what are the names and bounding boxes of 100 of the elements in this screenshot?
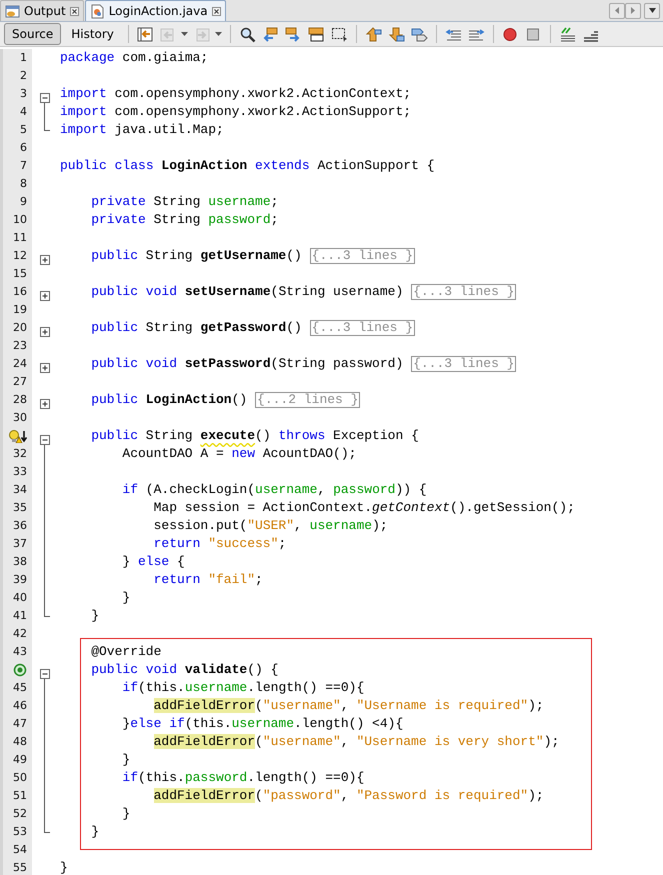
view-tab[interactable]: History (63, 23, 122, 45)
close-icon (212, 6, 221, 16)
code-line: if(this.password.length() ==0){ (122, 769, 364, 787)
hint-warning-icon[interactable] (8, 429, 27, 443)
close-button[interactable] (70, 6, 79, 16)
expand-icon[interactable] (39, 255, 50, 266)
caret-icon (648, 6, 656, 15)
code-line: if(this.username.length() ==0){ (122, 679, 364, 697)
code-line: addFieldError("username", "Username is very short"); (154, 733, 560, 751)
code-line: session.put("USER", username); (154, 517, 388, 535)
line-number: 28 (13, 392, 27, 408)
line-number: 55 (13, 860, 27, 875)
console-icon (5, 4, 20, 18)
line-number: 48 (13, 734, 27, 750)
line-number: 40 (13, 590, 27, 606)
expand-icon[interactable] (39, 291, 50, 302)
line-number: 47 (13, 716, 27, 732)
line-number: 2 (20, 68, 27, 84)
line-number: 38 (13, 554, 27, 570)
code-line: import java.util.Map; (60, 121, 224, 139)
bookmark-icon (410, 26, 428, 42)
code-line: } (60, 859, 68, 875)
line-number: 4 (20, 104, 27, 120)
line-number: 20 (13, 320, 27, 336)
line-number: 16 (13, 284, 27, 300)
line-number: 53 (13, 824, 27, 840)
previous-match-icon (262, 26, 279, 42)
expand-icon[interactable] (39, 327, 50, 338)
caret-icon (180, 32, 188, 36)
folded-code-block[interactable]: {...2 lines } (255, 392, 360, 408)
override-marker-icon[interactable] (13, 663, 27, 677)
code-line: } else { (122, 553, 185, 571)
line-number: 19 (13, 302, 27, 318)
code-line: import com.opensymphony.xwork2.ActionContext; (60, 85, 412, 103)
line-number: 41 (13, 608, 27, 624)
close-button[interactable] (212, 6, 221, 16)
code-line: public LoginAction() (91, 391, 248, 409)
code-line: public void setPassword(String password) (91, 355, 404, 373)
code-line: public class LoginAction extends ActionSupport { (60, 157, 434, 175)
scroll-left-button[interactable] (609, 2, 625, 18)
expand-icon[interactable] (39, 363, 50, 374)
code-line: }else if(this.username.length() <4){ (122, 715, 404, 733)
code-line: public void validate() { (91, 661, 278, 679)
line-number: 23 (13, 338, 27, 354)
line-number: 7 (20, 158, 27, 174)
next-match-icon (284, 26, 302, 42)
editor-tab[interactable]: Output (0, 0, 84, 21)
line-number: 15 (13, 266, 27, 282)
code-line: return "fail"; (154, 571, 263, 589)
record-icon (502, 26, 519, 42)
collapse-icon[interactable] (39, 435, 50, 446)
code-line: return "success"; (154, 535, 286, 553)
line-number: 33 (13, 464, 27, 480)
folded-code-block[interactable]: {...3 lines } (310, 248, 416, 264)
line-number: 39 (13, 572, 27, 588)
code-line: public String getUsername() (91, 247, 302, 265)
comment-icon (558, 26, 576, 42)
code-line: @Override (91, 643, 162, 661)
stop-icon (524, 26, 542, 42)
line-number: 1 (20, 50, 27, 66)
search-icon (238, 26, 256, 42)
line-number: 42 (13, 626, 27, 642)
up-arrow-icon (364, 26, 382, 42)
line-number: 45 (13, 680, 27, 696)
code-line: } (122, 805, 130, 823)
expand-icon[interactable] (39, 399, 50, 410)
code-line: } (91, 823, 99, 841)
line-number: 6 (20, 140, 27, 156)
collapse-icon[interactable] (39, 93, 50, 104)
line-number: 5 (20, 122, 27, 138)
left-arrow-icon (612, 6, 622, 15)
code-line: private String username; (91, 193, 278, 211)
folded-code-block[interactable]: {...3 lines } (411, 284, 516, 300)
editor-tab[interactable]: LoginAction.java (84, 0, 226, 21)
line-number: 46 (13, 698, 27, 714)
view-tab[interactable]: Source (4, 23, 62, 45)
line-number: 37 (13, 536, 27, 552)
line-number: 50 (13, 770, 27, 786)
code-line: addFieldError("username", "Username is required"); (154, 697, 544, 715)
line-number: 34 (13, 482, 27, 498)
code-line: } (122, 751, 130, 769)
file-icon (90, 4, 105, 18)
line-number: 9 (20, 194, 27, 210)
code-line: private String password; (91, 211, 278, 229)
line-number: 30 (13, 410, 27, 426)
line-number: 12 (13, 248, 27, 264)
caret-icon (214, 32, 222, 36)
line-number: 27 (13, 374, 27, 390)
tab-list-button[interactable] (644, 2, 660, 18)
line-number: 54 (13, 842, 27, 858)
folded-code-block[interactable]: {...3 lines } (310, 320, 416, 336)
right-arrow-icon (628, 6, 638, 15)
code-line: public String execute() throws Exception { (91, 427, 419, 445)
code-line: Map session = ActionContext.getContext().getSession(); (154, 499, 575, 517)
dashed-rectangle-icon (330, 26, 348, 42)
code-line: } (122, 589, 130, 607)
collapse-icon[interactable] (39, 669, 50, 680)
folded-code-block[interactable]: {...3 lines } (411, 356, 516, 372)
code-line: public void setUsername(String username) (91, 283, 404, 301)
line-number: 11 (13, 230, 27, 246)
